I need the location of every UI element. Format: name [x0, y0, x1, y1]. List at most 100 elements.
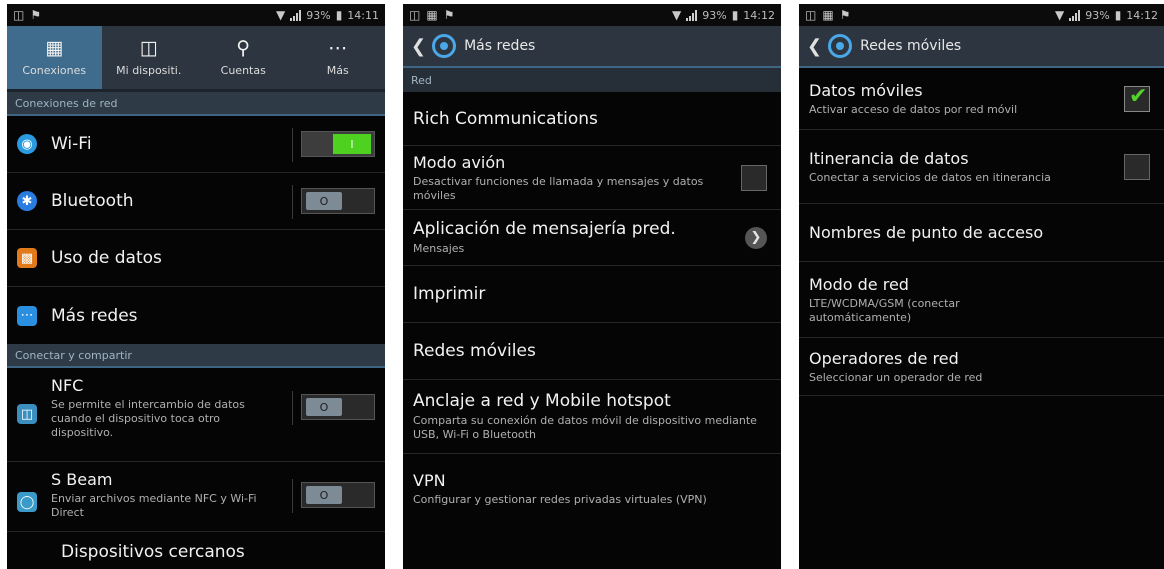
nfc-row[interactable]: ◫ NFC Se permite el intercambio de datos…: [7, 368, 385, 462]
tethering-label: Anclaje a red y Mobile hotspot: [413, 391, 671, 411]
vpn-row[interactable]: VPN Configurar y gestionar redes privada…: [403, 454, 781, 524]
nfc-label: NFC: [51, 376, 84, 395]
flag-icon: ⚑: [443, 8, 455, 22]
connections-icon: ▦: [45, 36, 64, 59]
page-title: Más redes: [464, 38, 536, 54]
status-bar: ◫ ▦ ⚑ ▼ 93% ▮ 14:12: [799, 4, 1164, 26]
mobile-data-description: Activar acceso de datos por red móvil: [809, 102, 1018, 116]
image-icon: ▦: [426, 8, 438, 22]
s-beam-toggle[interactable]: O: [292, 479, 375, 513]
wifi-label: Wi-Fi: [51, 134, 92, 154]
print-label: Imprimir: [413, 284, 486, 304]
phone-screen-more-networks: ◫ ▦ ⚑ ▼ 93% ▮ 14:12 ❮ Más redes Red Rich…: [403, 4, 781, 569]
data-usage-label: Uso de datos: [51, 248, 162, 268]
flag-icon: ⚑: [839, 8, 851, 22]
bluetooth-toggle[interactable]: O: [292, 185, 375, 219]
mobile-data-checkbox[interactable]: ✔: [1124, 83, 1150, 112]
print-row[interactable]: Imprimir: [403, 266, 781, 323]
battery-icon: ▮: [731, 8, 739, 22]
wifi-icon: ◉: [17, 134, 37, 154]
toggle-knob: O: [306, 486, 342, 504]
settings-gear-icon[interactable]: [828, 34, 853, 58]
bluetooth-label: Bluetooth: [51, 191, 134, 211]
tab-mas[interactable]: ⋯ Más: [291, 26, 386, 89]
data-usage-row[interactable]: ▩ Uso de datos: [7, 230, 385, 287]
s-beam-description: Enviar archivos mediante NFC y Wi-Fi Dir…: [51, 492, 257, 519]
vpn-label: VPN: [413, 471, 446, 490]
s-beam-row[interactable]: ◯ S Beam Enviar archivos mediante NFC y …: [7, 462, 385, 532]
airplane-mode-description: Desactivar funciones de llamada y mensaj…: [413, 174, 704, 202]
signal-icon: [1069, 9, 1081, 21]
signal-icon: [290, 9, 302, 21]
toggle-knob: O: [306, 398, 342, 416]
toggle-knob: I: [333, 134, 371, 154]
rich-communications-row[interactable]: Rich Communications: [403, 92, 781, 146]
phone-screen-connections: ◫ ⚑ ▼ 93% ▮ 14:11 ▦ Conexiones ◫ Mi disp…: [7, 4, 385, 569]
access-point-names-row[interactable]: Nombres de punto de acceso: [799, 204, 1164, 262]
airplane-mode-checkbox[interactable]: [741, 164, 767, 191]
more-networks-icon: ⋯: [17, 305, 37, 326]
wifi-toggle[interactable]: I: [292, 128, 375, 162]
tab-conexiones[interactable]: ▦ Conexiones: [7, 26, 102, 89]
network-operators-description: Seleccionar un operador de red: [809, 370, 983, 384]
settings-gear-icon[interactable]: [432, 34, 457, 58]
data-roaming-label: Itinerancia de datos: [809, 148, 969, 168]
tethering-row[interactable]: Anclaje a red y Mobile hotspot Comparta …: [403, 380, 781, 454]
section-header-share: Conectar y compartir: [7, 344, 385, 368]
battery-percent: 93%: [306, 8, 331, 22]
back-icon[interactable]: ❮: [411, 36, 426, 57]
battery-icon: ▮: [1114, 8, 1122, 22]
airplane-mode-label: Modo avión: [413, 152, 506, 172]
tab-mi-dispositivo[interactable]: ◫ Mi dispositi.: [102, 26, 197, 89]
action-bar: ❮ Redes móviles: [799, 26, 1164, 68]
battery-icon: ▮: [335, 8, 343, 22]
network-operators-label: Operadores de red: [809, 348, 959, 368]
access-point-names-label: Nombres de punto de acceso: [809, 223, 1044, 242]
checkmark-icon: ✔: [1129, 83, 1148, 109]
mobile-data-label: Datos móviles: [809, 80, 923, 100]
default-messaging-row[interactable]: Aplicación de mensajería pred. Mensajes …: [403, 210, 781, 266]
vpn-description: Configurar y gestionar redes privadas vi…: [413, 493, 707, 506]
chevron-right-icon[interactable]: ❯: [745, 226, 767, 249]
more-networks-row[interactable]: ⋯ Más redes: [7, 287, 385, 344]
tab-cuentas[interactable]: ⚲ Cuentas: [196, 26, 291, 89]
notification-icon: ◫: [13, 8, 25, 22]
default-messaging-value: Mensajes: [413, 242, 465, 255]
tab-bar: ▦ Conexiones ◫ Mi dispositi. ⚲ Cuentas ⋯…: [7, 26, 385, 92]
signal-icon: [686, 9, 698, 21]
battery-percent: 93%: [702, 8, 727, 22]
rich-communications-label: Rich Communications: [413, 108, 598, 129]
nearby-devices-label: Dispositivos cercanos: [61, 542, 245, 562]
nfc-toggle[interactable]: O: [292, 391, 375, 425]
wifi-status-icon: ▼: [1055, 8, 1065, 22]
data-roaming-checkbox[interactable]: [1124, 153, 1150, 180]
clock: 14:12: [743, 8, 775, 22]
toggle-knob: O: [306, 192, 342, 210]
nearby-devices-row[interactable]: Dispositivos cercanos: [7, 532, 385, 569]
back-icon[interactable]: ❮: [807, 36, 822, 57]
section-header-network: Conexiones de red: [7, 92, 385, 116]
network-operators-row[interactable]: Operadores de red Seleccionar un operado…: [799, 338, 1164, 396]
tab-label: Más: [326, 63, 349, 77]
data-roaming-row[interactable]: Itinerancia de datos Conectar a servicio…: [799, 130, 1164, 204]
more-networks-label: Más redes: [51, 305, 138, 326]
bluetooth-icon: ✱: [17, 191, 37, 211]
default-messaging-label: Aplicación de mensajería pred.: [413, 219, 676, 239]
nfc-icon: ◫: [17, 404, 37, 424]
status-bar: ◫ ▦ ⚑ ▼ 93% ▮ 14:12: [403, 4, 781, 26]
page-title: Redes móviles: [860, 38, 962, 54]
tab-label: Mi dispositi.: [116, 63, 182, 77]
phone-screen-mobile-networks: ◫ ▦ ⚑ ▼ 93% ▮ 14:12 ❮ Redes móviles Dato…: [799, 4, 1164, 569]
bluetooth-row[interactable]: ✱ Bluetooth O: [7, 173, 385, 230]
airplane-mode-row[interactable]: Modo avión Desactivar funciones de llama…: [403, 146, 781, 210]
mobile-networks-label: Redes móviles: [413, 341, 536, 361]
tab-label: Conexiones: [22, 63, 87, 77]
mobile-data-row[interactable]: Datos móviles Activar acceso de datos po…: [799, 68, 1164, 130]
wifi-row[interactable]: ◉ Wi-Fi I: [7, 116, 385, 173]
network-mode-row[interactable]: Modo de red LTE/WCDMA/GSM (conectar auto…: [799, 262, 1164, 338]
s-beam-label: S Beam: [51, 470, 113, 489]
section-header-red: Red: [403, 68, 781, 92]
mobile-networks-row[interactable]: Redes móviles: [403, 323, 781, 380]
clock: 14:12: [1126, 8, 1158, 22]
s-beam-icon: ◯: [17, 492, 37, 512]
